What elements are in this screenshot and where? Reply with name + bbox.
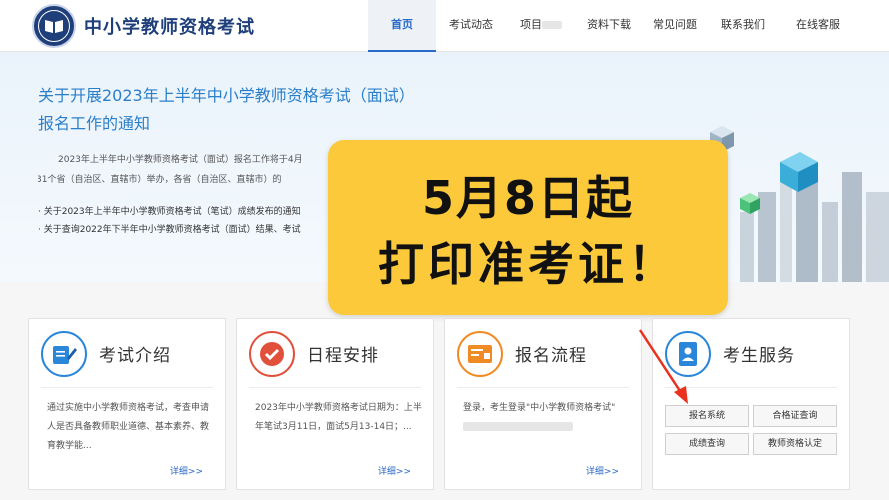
card-description-text: 登录，考生登录"中小学教师资格考试": [463, 403, 616, 413]
card-description: 2023年中小学教师资格考试日期为：上半年笔试3月11日，面试5月13-14日；…: [255, 403, 422, 432]
banner-summary-line2: 试在31个省（自治区、直辖市）举办，各省（自治区、直辖市）的: [38, 175, 282, 185]
book-icon: [38, 10, 70, 42]
overlay-line1: 5月8日起: [421, 171, 634, 225]
site-logo[interactable]: [32, 4, 76, 48]
card-schedule: 日程安排 2023年中小学教师资格考试日期为：上半年笔试3月11日，面试5月13…: [236, 318, 434, 490]
registration-system-button[interactable]: 报名系统: [665, 405, 749, 427]
score-query-button[interactable]: 成绩查询: [665, 433, 749, 455]
card-title: 考生服务: [723, 346, 795, 366]
teacher-qualification-button[interactable]: 教师资格认定: [753, 433, 837, 455]
nav-projects-label: 项目: [520, 18, 542, 31]
details-link[interactable]: 详细>>: [378, 464, 411, 477]
site-header: 中小学教师资格考试 首页 考试动态 项目 资料下载 常见问题 联系我们 在线客服: [0, 0, 889, 52]
card-registration-process: 报名流程 登录，考生登录"中小学教师资格考试" 详细>>: [444, 318, 642, 490]
certificate-query-button[interactable]: 合格证查询: [753, 405, 837, 427]
card-description: 通过实施中小学教师资格考试，考查申请人是否具备教师职业道德、基本素养、教育教学能…: [47, 403, 210, 451]
nav-contact[interactable]: 联系我们: [708, 0, 778, 52]
site-title: 中小学教师资格考试: [84, 17, 255, 38]
details-link[interactable]: 详细>>: [170, 464, 203, 477]
blurred-text: [463, 422, 573, 431]
main-nav: 首页 考试动态 项目 资料下载 常见问题 联系我们 在线客服: [368, 0, 858, 52]
checkmark-icon: [249, 331, 295, 377]
arrow-annotation-icon: [638, 329, 688, 404]
divider: [249, 387, 421, 388]
card-exam-intro: 考试介绍 通过实施中小学教师资格考试，考查申请人是否具备教师职业道德、基本素养、…: [28, 318, 226, 490]
banner-summary: 2023年上半年中小学教师资格考试（面试）报名工作将于4月 试在31个省（自治区…: [38, 150, 338, 190]
document-pen-icon: [41, 331, 87, 377]
announcement-overlay: 5月8日起 打印准考证！: [328, 140, 728, 315]
nav-home[interactable]: 首页: [368, 0, 436, 52]
overlay-line2: 打印准考证！: [378, 237, 678, 291]
banner-news-link-1[interactable]: · 关于2023年上半年中小学教师资格考试（笔试）成绩发布的通知: [38, 204, 330, 217]
nav-online-service[interactable]: 在线客服: [778, 0, 858, 52]
nav-faq[interactable]: 常见问题: [642, 0, 708, 52]
divider: [457, 387, 629, 388]
banner-summary-line1: 2023年上半年中小学教师资格考试（面试）报名工作将于4月: [58, 155, 303, 165]
card-title: 考试介绍: [99, 346, 171, 366]
banner-news-link-2[interactable]: · 关于查询2022年下半年中小学教师资格考试（面试）结果、考试: [38, 222, 330, 235]
nav-projects[interactable]: 项目: [506, 0, 576, 52]
card-title: 日程安排: [307, 346, 379, 366]
blurred-text: [542, 21, 562, 29]
form-icon: [457, 331, 503, 377]
card-description: 登录，考生登录"中小学教师资格考试": [463, 399, 633, 437]
details-link[interactable]: 详细>>: [586, 464, 619, 477]
nav-exam-news[interactable]: 考试动态: [436, 0, 506, 52]
divider: [41, 387, 213, 388]
city-illustration: [710, 126, 889, 282]
cube-icon: [740, 193, 760, 214]
nav-downloads[interactable]: 资料下载: [576, 0, 642, 52]
banner-headline[interactable]: 关于开展2023年上半年中小学教师资格考试（面试）报名工作的通知: [38, 82, 418, 138]
card-title: 报名流程: [515, 346, 587, 366]
